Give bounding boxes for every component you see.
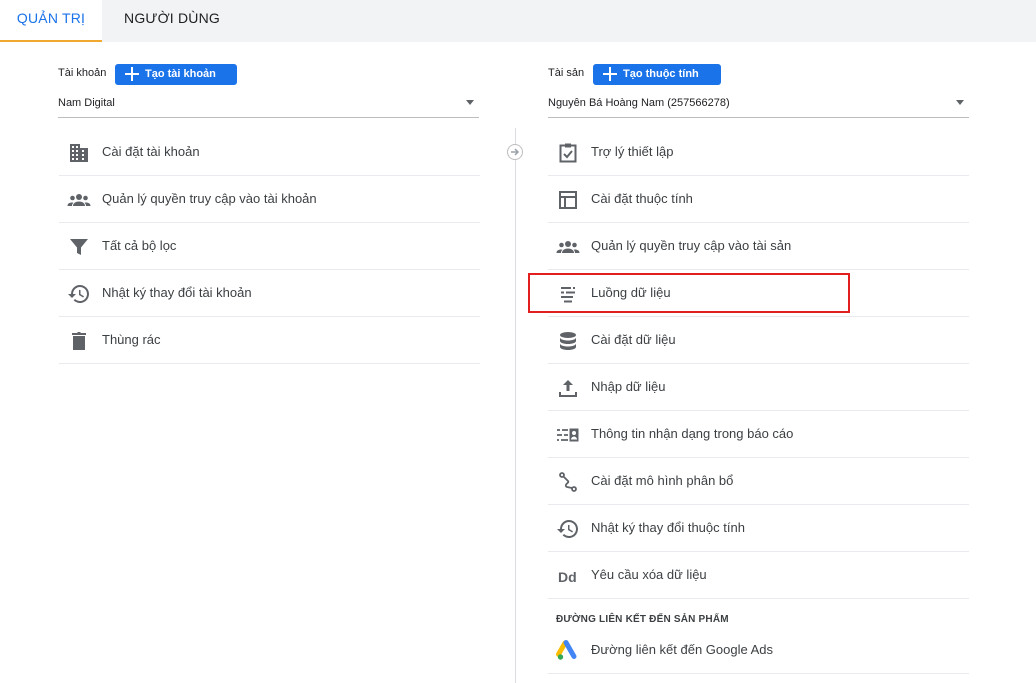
- property-item-reporting-identity[interactable]: Thông tin nhận dạng trong báo cáo: [548, 411, 969, 458]
- chevron-down-icon: [956, 100, 964, 105]
- highlight-box: [528, 273, 850, 313]
- account-selector[interactable]: Nam Digital: [58, 96, 479, 118]
- account-selector-value: Nam Digital: [58, 97, 115, 109]
- history-icon: [556, 517, 580, 541]
- top-tab-bar: QUẢN TRỊ NGƯỜI DÙNG: [0, 0, 1036, 42]
- property-item-data-settings-label: Cài đặt dữ liệu: [591, 332, 676, 347]
- account-item-trash[interactable]: Thùng rác: [59, 317, 480, 364]
- create-account-label: Tạo tài khoản: [145, 68, 216, 80]
- create-property-label: Tạo thuộc tính: [623, 68, 699, 80]
- product-links-menu: Đường liên kết đến Google Ads: [548, 627, 969, 674]
- history-icon: [67, 282, 91, 306]
- plus-icon: [125, 67, 139, 81]
- account-menu: Cài đặt tài khoản Quản lý quyền truy cập…: [59, 129, 480, 364]
- property-item-changelog[interactable]: Nhật ký thay đổi thuộc tính: [548, 505, 969, 552]
- svg-text:Dd: Dd: [558, 569, 577, 585]
- product-link-google-ads[interactable]: Đường liên kết đến Google Ads: [548, 627, 969, 674]
- property-item-data-deletion-label: Yêu cầu xóa dữ liệu: [591, 567, 707, 582]
- account-item-changelog[interactable]: Nhật ký thay đổi tài khoản: [59, 270, 480, 317]
- property-item-settings[interactable]: Cài đặt thuộc tính: [548, 176, 969, 223]
- property-selector[interactable]: Nguyên Bá Hoàng Nam (257566278): [548, 96, 969, 118]
- account-label: Tài khoản: [58, 67, 107, 79]
- trash-icon: [67, 329, 91, 353]
- property-item-settings-label: Cài đặt thuộc tính: [591, 191, 693, 206]
- google-ads-icon: [556, 639, 580, 663]
- column-divider: [515, 128, 516, 683]
- tab-admin[interactable]: QUẢN TRỊ: [0, 0, 102, 42]
- dd-icon: Dd: [556, 564, 580, 588]
- property-item-access-label: Quản lý quyền truy cập vào tài sản: [591, 238, 792, 253]
- chevron-down-icon: [466, 100, 474, 105]
- filter-icon: [67, 235, 91, 259]
- product-links-heading: ĐƯỜNG LIÊN KẾT ĐẾN SẢN PHẨM: [556, 614, 729, 625]
- account-item-filters[interactable]: Tất cả bộ lọc: [59, 223, 480, 270]
- clipboard-check-icon: [556, 141, 580, 165]
- account-item-changelog-label: Nhật ký thay đổi tài khoản: [102, 285, 252, 300]
- property-label: Tài sản: [548, 67, 585, 79]
- property-item-setup-assistant[interactable]: Trợ lý thiết lập: [548, 129, 969, 176]
- property-menu: Trợ lý thiết lập Cài đặt thuộc tính Quản…: [548, 129, 969, 599]
- building-icon: [67, 141, 91, 165]
- create-property-button[interactable]: Tạo thuộc tính: [593, 64, 721, 85]
- property-selector-value: Nguyên Bá Hoàng Nam (257566278): [548, 97, 730, 109]
- property-item-attribution[interactable]: Cài đặt mô hình phân bổ: [548, 458, 969, 505]
- account-item-trash-label: Thùng rác: [102, 332, 161, 347]
- people-icon: [556, 235, 580, 259]
- product-link-google-ads-label: Đường liên kết đến Google Ads: [591, 642, 774, 657]
- upload-icon: [556, 376, 580, 400]
- property-item-setup-assistant-label: Trợ lý thiết lập: [591, 144, 674, 159]
- account-item-settings-label: Cài đặt tài khoản: [102, 144, 200, 159]
- database-icon: [556, 329, 580, 353]
- attribution-icon: [556, 470, 580, 494]
- people-icon: [67, 188, 91, 212]
- layout-icon: [556, 188, 580, 212]
- tab-users[interactable]: NGƯỜI DÙNG: [110, 0, 234, 42]
- reporting-identity-icon: [556, 423, 580, 447]
- account-item-filters-label: Tất cả bộ lọc: [102, 238, 177, 253]
- create-account-button[interactable]: Tạo tài khoản: [115, 64, 237, 85]
- property-item-data-import-label: Nhập dữ liệu: [591, 379, 666, 394]
- property-item-access[interactable]: Quản lý quyền truy cập vào tài sản: [548, 223, 969, 270]
- property-item-attribution-label: Cài đặt mô hình phân bổ: [591, 473, 734, 488]
- arrow-right-icon: [507, 144, 523, 160]
- account-item-access[interactable]: Quản lý quyền truy cập vào tài khoản: [59, 176, 480, 223]
- property-item-data-settings[interactable]: Cài đặt dữ liệu: [548, 317, 969, 364]
- property-item-data-import[interactable]: Nhập dữ liệu: [548, 364, 969, 411]
- property-item-changelog-label: Nhật ký thay đổi thuộc tính: [591, 520, 745, 535]
- property-item-reporting-identity-label: Thông tin nhận dạng trong báo cáo: [591, 426, 794, 441]
- account-item-settings[interactable]: Cài đặt tài khoản: [59, 129, 480, 176]
- account-item-access-label: Quản lý quyền truy cập vào tài khoản: [102, 191, 317, 206]
- property-item-data-deletion[interactable]: Dd Yêu cầu xóa dữ liệu: [548, 552, 969, 599]
- plus-icon: [603, 67, 617, 81]
